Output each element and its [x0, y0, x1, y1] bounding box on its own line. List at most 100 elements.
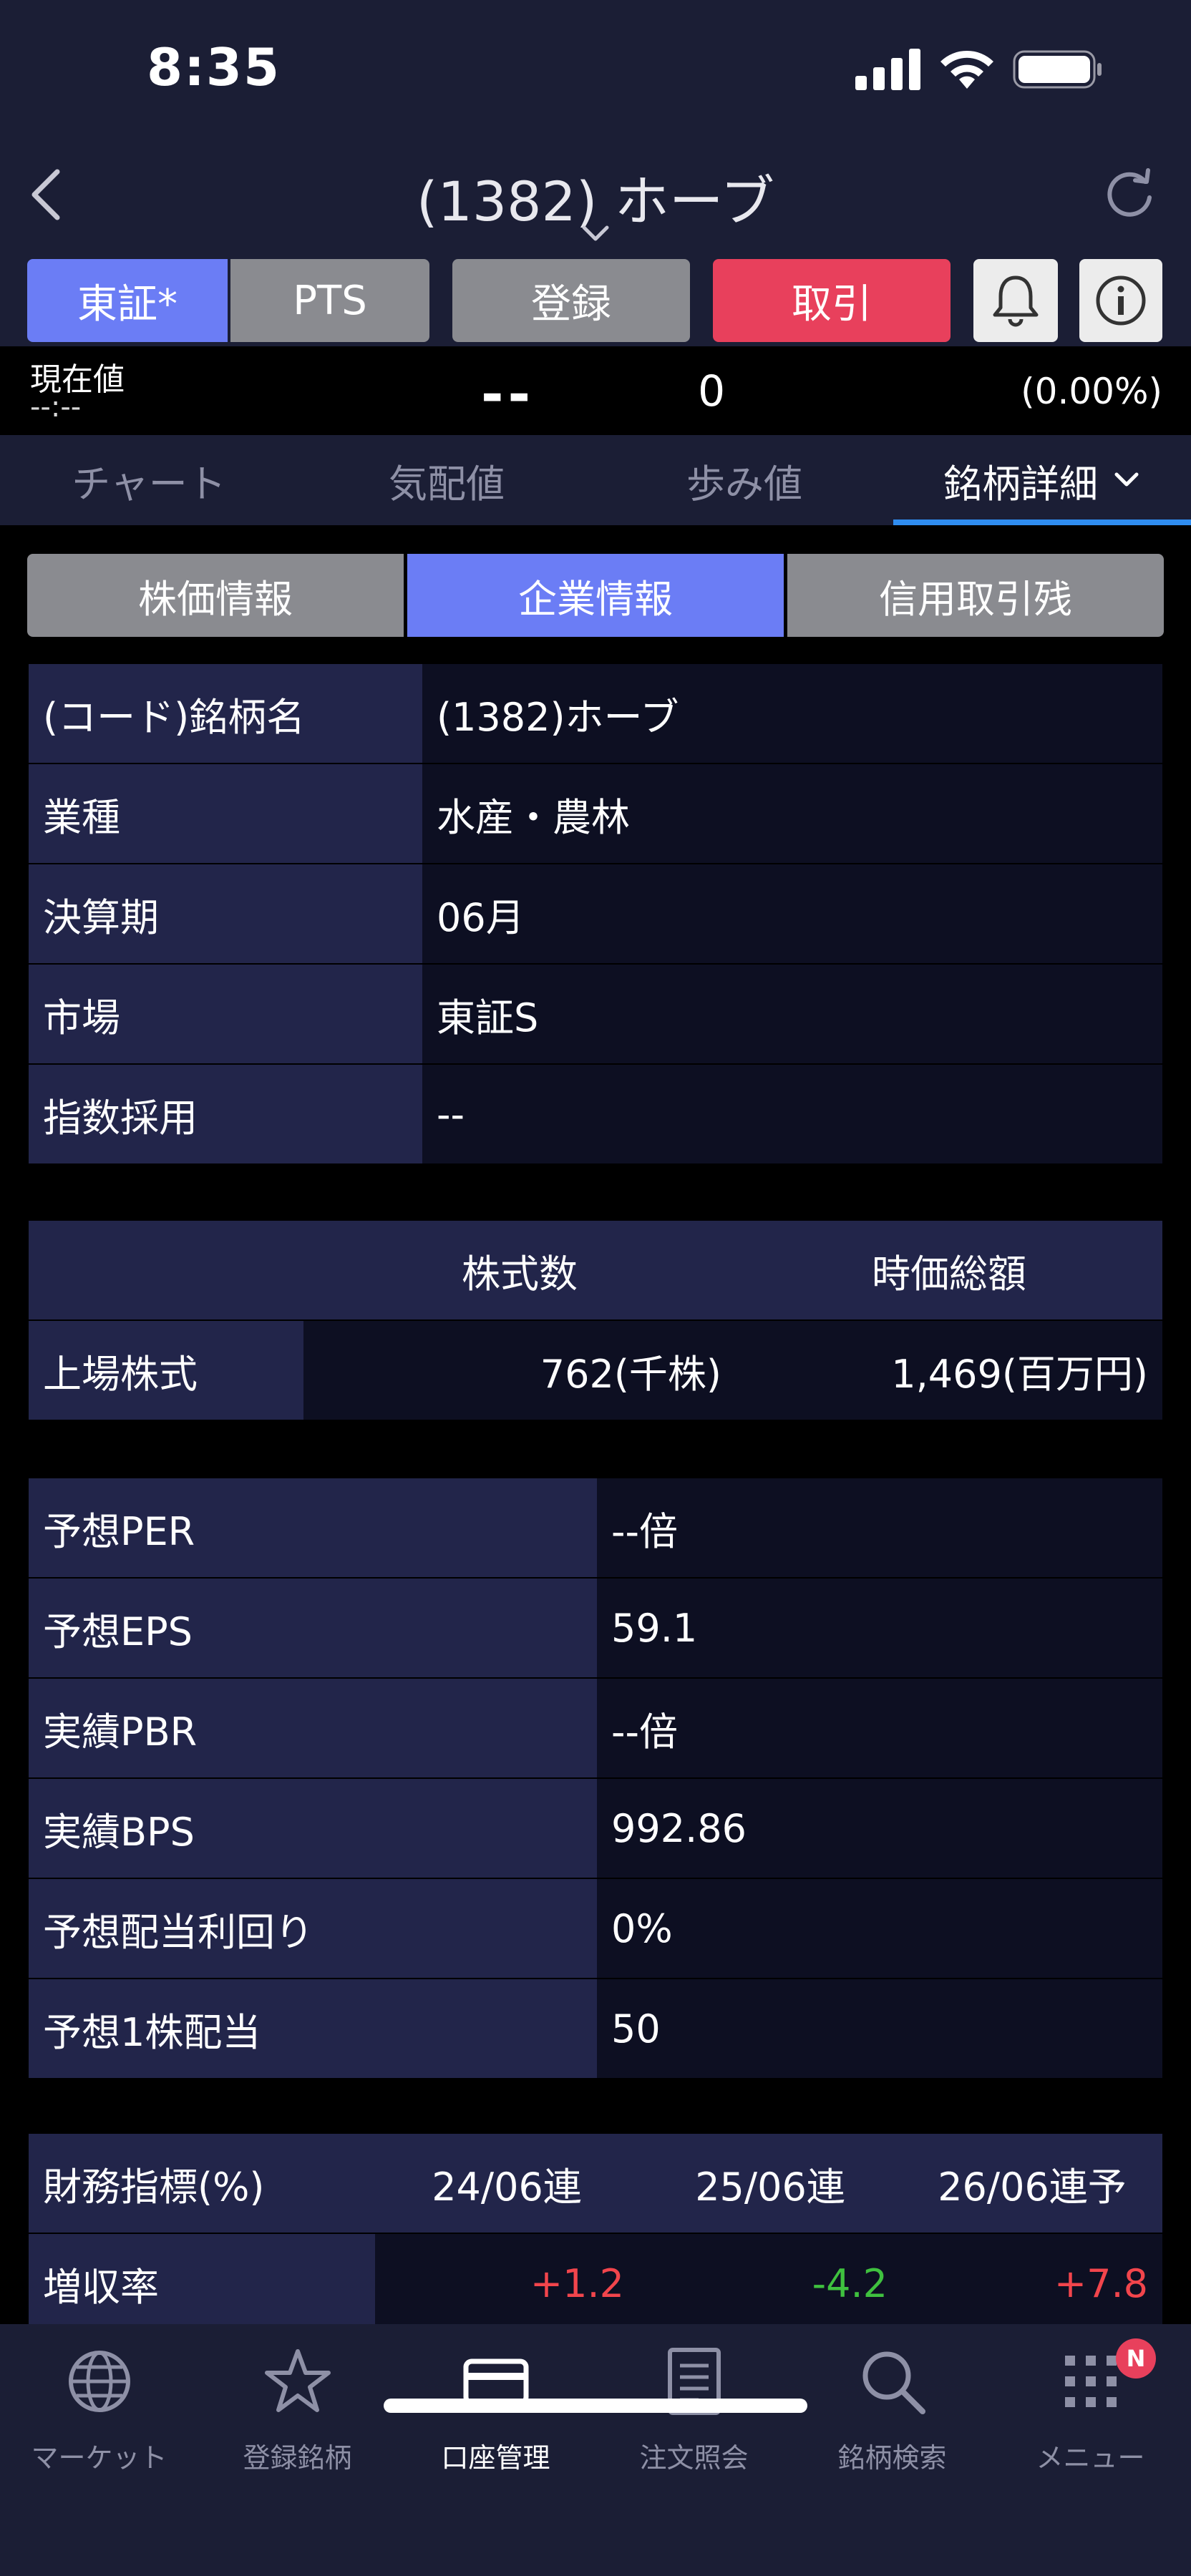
market-cap-header: 時価総額 — [736, 1219, 1162, 1321]
nav-orders[interactable]: 注文照会 — [595, 2346, 793, 2489]
indicator-label: 実績PBR — [29, 1677, 597, 1779]
table-row: 業種 水産・農林 — [29, 763, 1162, 864]
nav-search-label: 銘柄検索 — [837, 2442, 947, 2474]
price-strip: 現在値 --:-- -- 0 (0.00%) — [0, 346, 1191, 435]
table-row: 指数採用 -- — [29, 1063, 1162, 1165]
info-icon — [1096, 275, 1146, 326]
nav-header: (1382) ホーブ — [0, 129, 1191, 253]
chevron-down-icon[interactable] — [580, 223, 611, 245]
register-button[interactable]: 登録 — [452, 259, 690, 342]
indicator-label: 予想PER — [29, 1477, 597, 1579]
segment-company-info[interactable]: 企業情報 — [407, 554, 784, 637]
nav-menu[interactable]: N メニュー — [991, 2338, 1190, 2489]
nav-watchlist[interactable]: 登録銘柄 — [198, 2346, 397, 2489]
tab-stock-details-label: 銘柄詳細 — [943, 461, 1098, 507]
tab-stock-details[interactable]: 銘柄詳細 — [893, 435, 1191, 525]
table-row: 実績BPS 992.86 — [29, 1777, 1162, 1879]
company-info-label: 決算期 — [29, 863, 422, 965]
indicator-value: 50 — [597, 1978, 1162, 2079]
indicator-value: 992.86 — [597, 1777, 1162, 1879]
company-info-label: 指数採用 — [29, 1063, 422, 1165]
empty-header-cell — [29, 1219, 303, 1321]
financial-table: 財務指標(%) 24/06連 25/06連 26/06連予 増収率 +1.2 -… — [29, 2132, 1162, 2324]
indicator-value: 0% — [597, 1878, 1162, 1979]
company-info-label: (コード)銘柄名 — [29, 663, 422, 764]
trade-button[interactable]: 取引 — [713, 259, 951, 342]
nav-menu-label: メニュー — [1036, 2442, 1145, 2474]
company-info-value: 水産・農林 — [422, 763, 1162, 864]
search-icon — [862, 2351, 925, 2414]
star-icon — [264, 2349, 331, 2412]
nav-market-label: マーケット — [31, 2442, 167, 2474]
price-change: 0 — [698, 366, 726, 416]
cell-signal-icon — [855, 49, 920, 90]
tab-time-and-sales[interactable]: 歩み値 — [596, 435, 893, 525]
table-row: 予想EPS 59.1 — [29, 1577, 1162, 1679]
indicator-label: 予想配当利回り — [29, 1878, 597, 1979]
revenue-growth-value: +1.2 — [375, 2233, 638, 2324]
nav-account-label: 口座管理 — [441, 2442, 550, 2474]
nav-watchlist-label: 登録銘柄 — [243, 2442, 352, 2474]
tab-quotes[interactable]: 気配値 — [298, 435, 596, 525]
indicator-label: 予想EPS — [29, 1577, 597, 1679]
company-info-table: (コード)銘柄名 (1382)ホーブ 業種 水産・農林 決算期 06月 市場 東… — [29, 663, 1162, 1165]
revenue-growth-label: 増収率 — [29, 2233, 375, 2324]
pts-market-button[interactable]: PTS — [230, 259, 429, 342]
wifi-icon — [940, 50, 993, 89]
battery-icon — [1013, 50, 1102, 89]
table-row: 予想配当利回り 0% — [29, 1878, 1162, 1979]
company-info-value: 東証S — [422, 963, 1162, 1065]
alert-button[interactable] — [973, 259, 1058, 342]
company-info-label: 業種 — [29, 763, 422, 864]
bottom-tab-bar: マーケット 登録銘柄 口座管理 注文照会 銘柄検索 N メニュー — [0, 2324, 1191, 2576]
indicator-value: 59.1 — [597, 1577, 1162, 1679]
table-row: 実績PBR --倍 — [29, 1677, 1162, 1779]
current-price-value: -- — [481, 362, 535, 426]
financial-header-label: 財務指標(%) — [29, 2132, 375, 2234]
table-row: 市場 東証S — [29, 963, 1162, 1065]
refresh-icon[interactable] — [1104, 165, 1155, 222]
company-info-value: -- — [422, 1063, 1162, 1165]
shares-value: 762(千株) — [303, 1319, 736, 1421]
bell-icon — [993, 275, 1039, 327]
nav-market[interactable]: マーケット — [0, 2346, 198, 2489]
table-row: 増収率 +1.2 -4.2 +7.8 — [29, 2233, 1162, 2324]
globe-icon — [68, 2351, 130, 2412]
table-header-row: 株式数 時価総額 — [29, 1219, 1162, 1321]
nav-account[interactable]: 口座管理 — [397, 2346, 595, 2489]
nav-search[interactable]: 銘柄検索 — [793, 2346, 991, 2489]
revenue-growth-value: -4.2 — [638, 2233, 902, 2324]
price-change-percent: (0.00%) — [1021, 371, 1162, 412]
listed-shares-label: 上場株式 — [29, 1319, 303, 1421]
table-header-row: 財務指標(%) 24/06連 25/06連 26/06連予 — [29, 2132, 1162, 2234]
shares-table: 株式数 時価総額 上場株式 762(千株) 1,469(百万円) — [29, 1219, 1162, 1421]
indicator-label: 実績BPS — [29, 1777, 597, 1879]
table-row: 上場株式 762(千株) 1,469(百万円) — [29, 1319, 1162, 1421]
indicator-value: --倍 — [597, 1477, 1162, 1579]
chevron-down-icon — [1114, 472, 1139, 487]
financial-period-header: 26/06連予 — [902, 2132, 1162, 2234]
indicator-label: 予想1株配当 — [29, 1978, 597, 2079]
company-info-label: 市場 — [29, 963, 422, 1065]
table-row: 決算期 06月 — [29, 863, 1162, 965]
segment-margin-balance[interactable]: 信用取引残 — [787, 554, 1164, 637]
status-bar: 8:35 — [0, 0, 1191, 129]
active-tab-indicator — [893, 519, 1191, 525]
segment-price-info[interactable]: 株価情報 — [27, 554, 404, 637]
notification-badge: N — [1116, 2338, 1156, 2379]
company-info-value: (1382)ホーブ — [422, 663, 1162, 764]
tab-chart[interactable]: チャート — [0, 435, 298, 525]
market-cap-value: 1,469(百万円) — [736, 1319, 1162, 1421]
tosho-market-button[interactable]: 東証* — [27, 259, 228, 342]
main-content: 株価情報 企業情報 信用取引残 (コード)銘柄名 (1382)ホーブ 業種 水産… — [0, 525, 1191, 2324]
indicator-value: --倍 — [597, 1677, 1162, 1779]
info-button[interactable] — [1079, 259, 1162, 342]
price-time: --:-- — [30, 391, 82, 424]
indicators-table: 予想PER --倍 予想EPS 59.1 実績PBR --倍 実績BPS 992… — [29, 1477, 1162, 2079]
company-info-value: 06月 — [422, 863, 1162, 965]
table-row: (コード)銘柄名 (1382)ホーブ — [29, 663, 1162, 764]
nav-orders-label: 注文照会 — [639, 2442, 749, 2474]
table-row: 予想PER --倍 — [29, 1477, 1162, 1579]
financial-period-header: 24/06連 — [375, 2132, 638, 2234]
financial-period-header: 25/06連 — [638, 2132, 902, 2234]
